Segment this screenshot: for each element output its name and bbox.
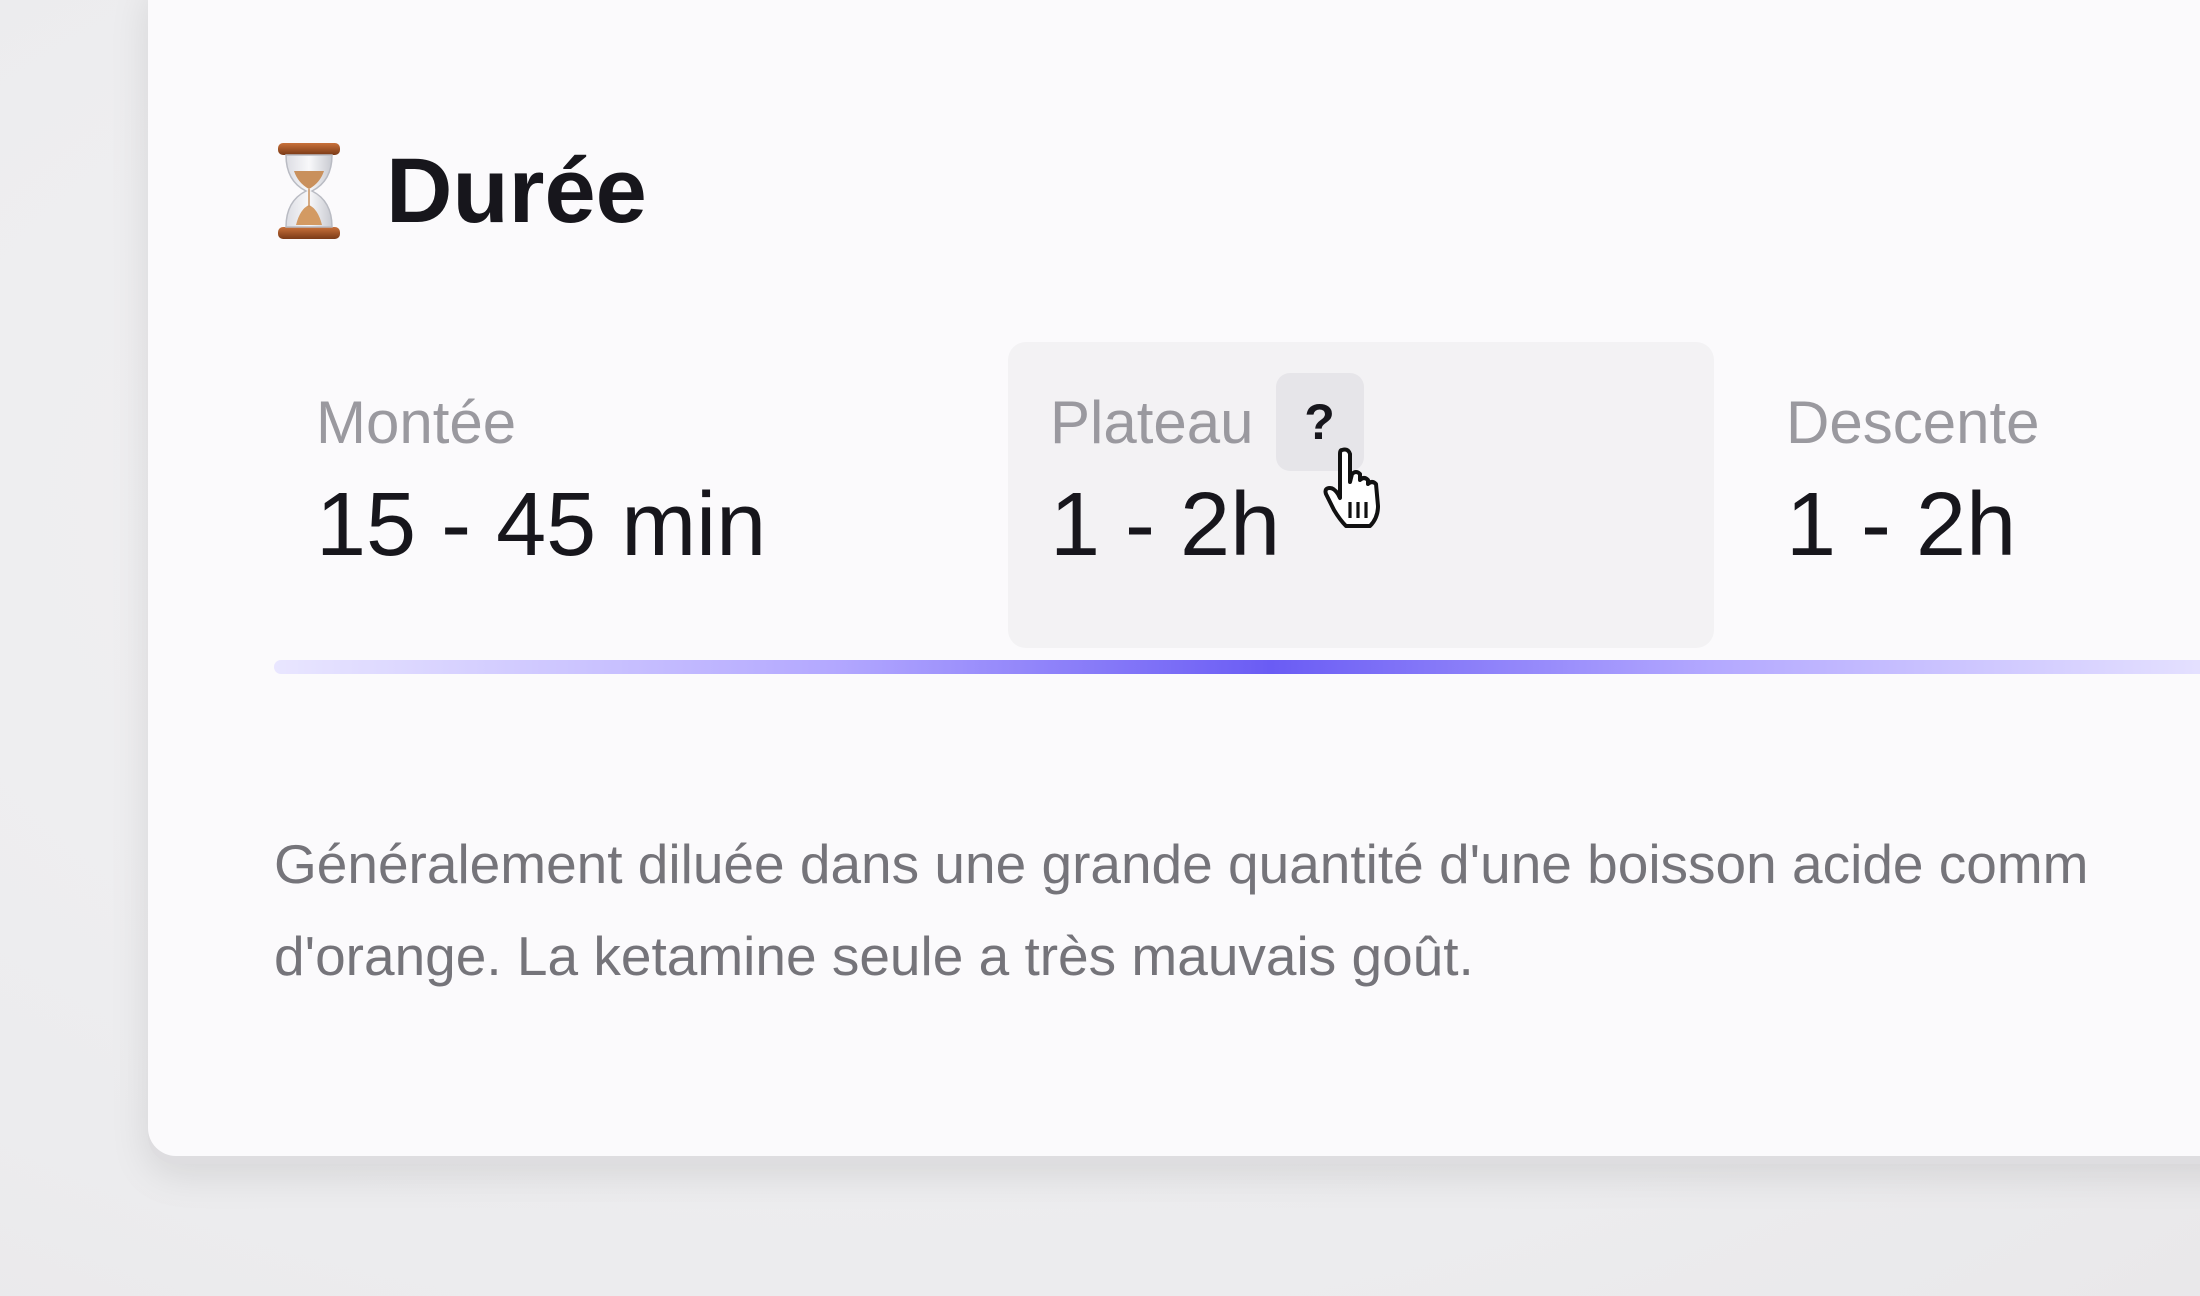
phase-plateau-label-row: Plateau ? [1050, 370, 1364, 474]
section-title: Durée [386, 139, 647, 242]
duration-card: Durée Montée 15 - 45 min Plateau ? 1 - 2… [148, 0, 2200, 1156]
description-line-1: Généralement diluée dans une grande quan… [274, 833, 2089, 895]
phase-onset-value: 15 - 45 min [316, 475, 767, 575]
phase-onset-label-row: Montée [316, 370, 516, 474]
phase-comedown: Descente 1 - 2h [1744, 342, 2200, 648]
description-text: Généralement diluée dans une grande quan… [274, 818, 2200, 1002]
phase-plateau-label: Plateau [1050, 388, 1254, 456]
section-header: Durée [274, 136, 647, 246]
phase-plateau-value: 1 - 2h [1050, 475, 1281, 575]
help-button[interactable]: ? [1275, 373, 1364, 471]
phase-comedown-label: Descente [1786, 388, 2040, 456]
phase-onset-label: Montée [316, 388, 517, 456]
phase-comedown-label-row: Descente [1786, 370, 2039, 474]
phase-comedown-value: 1 - 2h [1786, 475, 2017, 575]
phase-plateau[interactable]: Plateau ? 1 - 2h [1008, 342, 1714, 648]
duration-timeline-bar [274, 660, 2200, 674]
description-line-2: d'orange. La ketamine seule a très mauva… [274, 925, 1474, 987]
hourglass-icon [278, 143, 340, 239]
phase-onset: Montée 15 - 45 min [274, 342, 980, 648]
